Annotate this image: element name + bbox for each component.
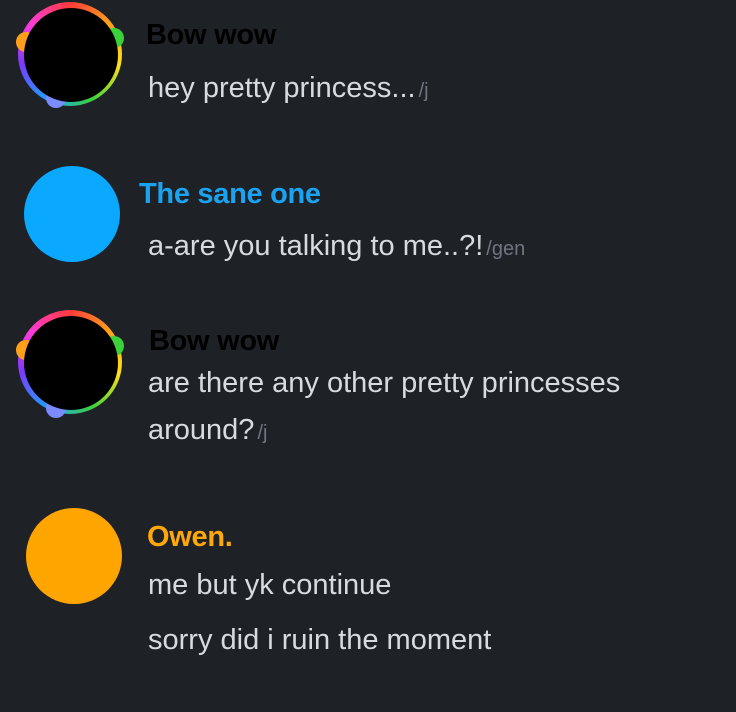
message-text: me but yk continue bbox=[148, 569, 391, 602]
message-content: hey pretty princess... bbox=[148, 72, 416, 104]
message-author[interactable]: Bow wow bbox=[149, 325, 279, 358]
avatar-image bbox=[24, 8, 118, 102]
message-author[interactable]: Owen. bbox=[147, 521, 233, 554]
user-avatar[interactable] bbox=[16, 310, 126, 418]
message-text: sorry did i ruin the moment bbox=[148, 624, 491, 657]
user-avatar[interactable] bbox=[24, 166, 120, 262]
message-content: a-are you talking to me..?! bbox=[148, 230, 484, 262]
tone-tag: /j bbox=[257, 422, 268, 444]
message-text: are there any other pretty princesses bbox=[148, 367, 623, 400]
message-content: are there any other pretty princesses bbox=[148, 367, 621, 399]
message-content: sorry did i ruin the moment bbox=[148, 624, 492, 656]
message-author[interactable]: Bow wow bbox=[146, 19, 276, 52]
tone-tag: /gen bbox=[486, 238, 526, 260]
message-author[interactable]: The sane one bbox=[139, 178, 321, 211]
tone-tag: /j bbox=[418, 80, 429, 102]
message-text: around?/j bbox=[148, 414, 267, 447]
message-content: me but yk continue bbox=[148, 569, 392, 601]
avatar-image bbox=[24, 316, 118, 410]
message-content: around? bbox=[148, 414, 255, 446]
user-avatar[interactable] bbox=[26, 508, 122, 604]
user-avatar[interactable] bbox=[16, 2, 126, 108]
message-text: hey pretty princess.../j bbox=[148, 72, 429, 105]
message-text: a-are you talking to me..?!/gen bbox=[148, 230, 525, 263]
